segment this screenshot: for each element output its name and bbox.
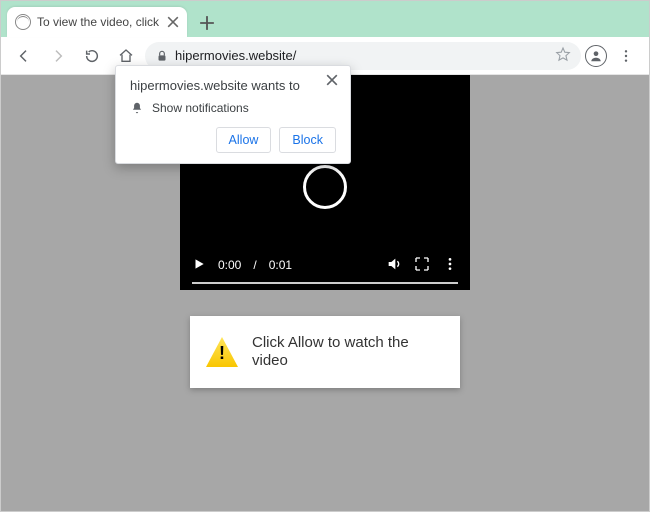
new-tab-button[interactable] (193, 9, 221, 37)
video-time-sep: / (253, 258, 256, 272)
browser-tab[interactable]: To view the video, click the Allow (7, 7, 187, 37)
tab-close-icon[interactable] (167, 16, 179, 28)
tab-title: To view the video, click the Allow (37, 15, 161, 29)
permission-prompt: hipermovies.website wants to Show notifi… (115, 65, 351, 164)
bell-icon (130, 101, 144, 115)
globe-favicon-icon (15, 14, 31, 30)
video-more-button[interactable] (442, 256, 458, 275)
permission-close-button[interactable] (326, 74, 342, 90)
permission-allow-button[interactable]: Allow (216, 127, 272, 153)
profile-avatar-button[interactable] (585, 45, 607, 67)
video-play-button[interactable] (192, 257, 206, 274)
lock-icon (155, 49, 169, 63)
warning-triangle-icon (206, 337, 238, 367)
permission-capability-label: Show notifications (152, 101, 249, 115)
lure-message: Click Allow to watch the video (252, 334, 444, 370)
nav-forward-button[interactable] (43, 41, 73, 71)
permission-origin-text: hipermovies.website wants to (130, 78, 336, 93)
bookmark-star-icon[interactable] (555, 46, 571, 65)
video-time-current: 0:00 (218, 258, 241, 272)
nav-reload-button[interactable] (77, 41, 107, 71)
nav-back-button[interactable] (9, 41, 39, 71)
url-input[interactable] (175, 48, 549, 63)
permission-block-button[interactable]: Block (279, 127, 336, 153)
video-time-duration: 0:01 (269, 258, 374, 272)
loading-spinner-icon (303, 165, 347, 209)
tabstrip: To view the video, click the Allow (1, 1, 649, 37)
video-progress-bar[interactable] (192, 282, 458, 284)
video-fullscreen-button[interactable] (414, 256, 430, 275)
lure-card: Click Allow to watch the video (190, 316, 460, 388)
kebab-menu-button[interactable] (611, 41, 641, 71)
video-volume-button[interactable] (386, 256, 402, 275)
